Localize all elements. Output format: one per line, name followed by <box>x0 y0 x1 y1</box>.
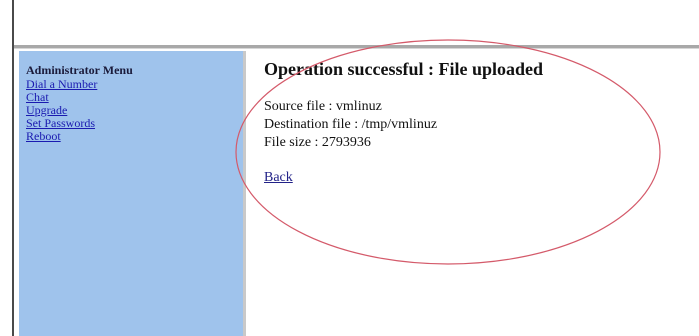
back-link[interactable]: Back <box>264 170 293 186</box>
sidebar-title: Administrator Menu <box>26 63 133 77</box>
window-edge <box>12 0 14 336</box>
destination-file-line: Destination file : /tmp/vmlinuz <box>264 117 438 132</box>
frame-divider <box>14 45 699 49</box>
dial-a-number-link[interactable]: Dial a Number <box>26 78 243 91</box>
sidebar-item-reboot: Reboot <box>26 130 243 143</box>
page-title: Operation successful : File uploaded <box>264 59 544 79</box>
administrator-sidebar: Administrator Menu Dial a Number Chat Up… <box>19 51 246 336</box>
file-size-line: File size : 2793936 <box>264 135 371 150</box>
browser-page: Administrator Menu Dial a Number Chat Up… <box>0 0 699 336</box>
main-content: Operation successful : File uploaded Sou… <box>264 58 684 186</box>
sidebar-menu: Dial a Number Chat Upgrade Set Passwords… <box>26 78 243 143</box>
source-file-line: Source file : vmlinuz <box>264 99 382 114</box>
reboot-link[interactable]: Reboot <box>26 130 243 143</box>
sidebar-item-dial-a-number: Dial a Number <box>26 78 243 91</box>
